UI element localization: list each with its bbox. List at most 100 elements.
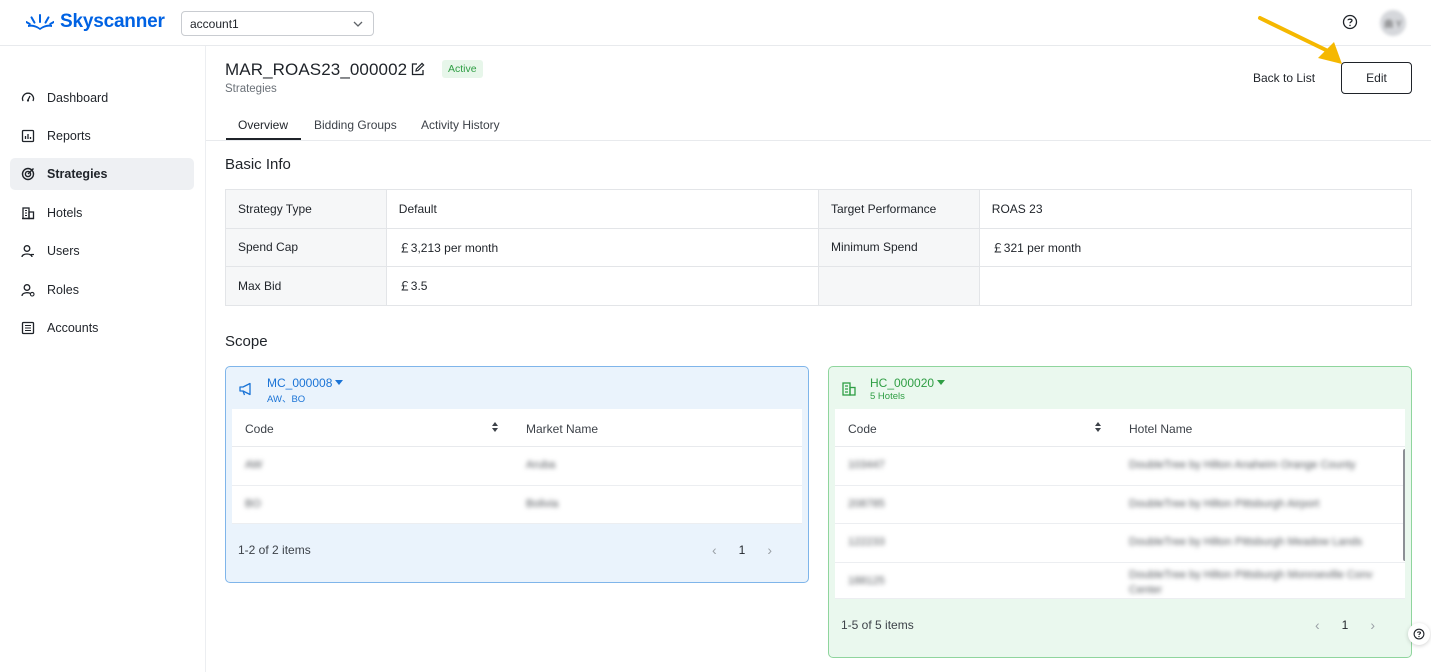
hotel-code-dropdown[interactable]: HC_000020 (870, 376, 946, 390)
megaphone-icon (239, 382, 251, 396)
pagination: ‹ 1 › (1315, 617, 1375, 633)
hotel-code: HC_000020 (870, 376, 935, 390)
market-name-cell: Aruba (526, 459, 556, 471)
sidebar-item-reports[interactable]: Reports (10, 120, 194, 152)
sidebar-item-label: Users (47, 244, 80, 258)
brand-name: Skyscanner (60, 11, 165, 32)
page-number[interactable]: 1 (739, 543, 746, 557)
hotel-name-cell: DoubleTree by Hilton Pittsburgh Meadow L… (1129, 536, 1363, 548)
hotel-scope-card: HC_000020 5 Hotels Code Hotel Name 10344… (828, 366, 1412, 658)
table-row: 208785 DoubleTree by Hilton Pittsburgh A… (835, 486, 1405, 524)
table-row: BO Bolivia (232, 486, 802, 524)
hotel-code-cell: 188125 (848, 574, 885, 587)
top-bar: Skyscanner account1 曲 Y (0, 0, 1431, 46)
sidebar-item-label: Hotels (47, 206, 83, 220)
chevron-right-icon[interactable]: › (1370, 617, 1375, 633)
accounts-icon (20, 320, 36, 336)
role-icon (20, 282, 36, 298)
info-value: Default (385, 189, 819, 229)
skyscanner-logo[interactable]: Skyscanner (26, 11, 165, 33)
column-header-market-name[interactable]: Market Name (526, 422, 598, 436)
hotel-code-cell: 208785 (848, 497, 885, 510)
column-header-code[interactable]: Code (245, 422, 274, 436)
hotel-code-cell: 103447 (848, 459, 885, 471)
table-row: Max Bid ￡3.5 (225, 266, 1413, 306)
pagination: ‹ 1 › (712, 542, 772, 558)
market-code-dropdown[interactable]: MC_000008 (267, 376, 344, 390)
chevron-down-icon (353, 21, 363, 27)
page-number[interactable]: 1 (1342, 618, 1349, 632)
hotel-name-cell: DoubleTree by Hilton Pittsburgh Monroevi… (1129, 568, 1373, 596)
annotation-arrow-icon (1258, 16, 1342, 64)
sunburst-icon (26, 14, 54, 30)
sidebar-item-strategies[interactable]: Strategies (10, 158, 194, 190)
info-label: Max Bid (225, 266, 387, 306)
account-select[interactable]: account1 (181, 11, 374, 36)
info-value: ￡3,213 per month (385, 227, 819, 267)
sidebar: Dashboard Reports Strategies Hotels User… (0, 46, 206, 672)
sort-icon[interactable] (491, 421, 499, 433)
tab-bar: Overview Bidding Groups Activity History (206, 110, 1431, 141)
sidebar-item-users[interactable]: Users (10, 235, 194, 267)
info-label (817, 266, 980, 306)
avatar[interactable]: 曲 Y (1380, 10, 1406, 36)
info-label: Target Performance (817, 189, 980, 229)
market-summary: AW、BO (267, 394, 306, 405)
sidebar-item-label: Accounts (47, 321, 99, 335)
table-header: Code Hotel Name (835, 409, 1405, 447)
table-row: 188125 DoubleTree by Hilton Pittsburgh M… (835, 563, 1405, 599)
tab-activity-history[interactable]: Activity History (421, 118, 500, 132)
tab-bidding-groups[interactable]: Bidding Groups (314, 118, 397, 132)
hotel-name-cell: DoubleTree by Hilton Anaheim Orange Coun… (1129, 459, 1356, 471)
info-value: ￡321 per month (978, 227, 1413, 267)
sidebar-item-accounts[interactable]: Accounts (10, 312, 194, 344)
pagination-summary: 1-2 of 2 items (238, 543, 311, 557)
page-title: MAR_ROAS23_000002 (225, 60, 408, 79)
table-scrollbar[interactable] (1403, 449, 1405, 561)
sidebar-item-roles[interactable]: Roles (10, 274, 194, 306)
tab-overview[interactable]: Overview (238, 118, 288, 132)
table-row: 122233 DoubleTree by Hilton Pittsburgh M… (835, 524, 1405, 563)
market-code: MC_000008 (267, 376, 333, 390)
column-header-hotel-name[interactable]: Hotel Name (1129, 422, 1192, 436)
sidebar-item-dashboard[interactable]: Dashboard (10, 82, 194, 114)
sidebar-item-label: Roles (47, 283, 79, 297)
sidebar-item-hotels[interactable]: Hotels (10, 197, 194, 229)
breadcrumb[interactable]: Strategies (225, 83, 277, 95)
column-header-code[interactable]: Code (848, 422, 877, 436)
building-icon (20, 205, 36, 221)
pagination-summary: 1-5 of 5 items (841, 618, 914, 632)
sort-icon[interactable] (1094, 421, 1102, 433)
reports-icon (20, 128, 36, 144)
table-row: Strategy Type Default Target Performance… (225, 189, 1413, 229)
chevron-left-icon[interactable]: ‹ (712, 542, 717, 558)
market-scope-card: MC_000008 AW、BO Code Market Name AW Arub… (225, 366, 809, 583)
status-badge: Active (442, 60, 483, 78)
hotel-code-cell: 122233 (848, 536, 885, 548)
table-row: 103447 DoubleTree by Hilton Anaheim Oran… (835, 447, 1405, 486)
table-row: AW Aruba (232, 447, 802, 486)
hotel-name-cell: DoubleTree by Hilton Pittsburgh Airport (1129, 497, 1320, 510)
app-root: Skyscanner account1 曲 Y Dashboard Report… (0, 0, 1431, 672)
hotel-count: 5 Hotels (870, 391, 905, 402)
back-to-list-link[interactable]: Back to List (1253, 71, 1315, 85)
hotel-table: Code Hotel Name 103447 DoubleTree by Hil… (835, 409, 1405, 599)
table-row: Spend Cap ￡3,213 per month Minimum Spend… (225, 227, 1413, 267)
account-select-value: account1 (190, 16, 239, 31)
chevron-right-icon[interactable]: › (767, 542, 772, 558)
floating-help-button[interactable] (1408, 623, 1430, 645)
edit-title-icon[interactable] (411, 62, 425, 76)
chevron-left-icon[interactable]: ‹ (1315, 617, 1320, 633)
building-icon (842, 382, 856, 396)
scope-title: Scope (225, 333, 268, 350)
user-icon (20, 243, 36, 259)
dashboard-icon (20, 90, 36, 106)
market-code-cell: BO (245, 497, 261, 510)
help-icon (1413, 628, 1425, 640)
sidebar-item-label: Dashboard (47, 91, 109, 105)
caret-down-icon (937, 380, 946, 385)
avatar-initials: 曲 Y (1384, 18, 1402, 29)
caret-down-icon (335, 380, 344, 385)
market-name-cell: Bolivia (526, 497, 559, 510)
sidebar-item-label: Reports (47, 129, 91, 143)
